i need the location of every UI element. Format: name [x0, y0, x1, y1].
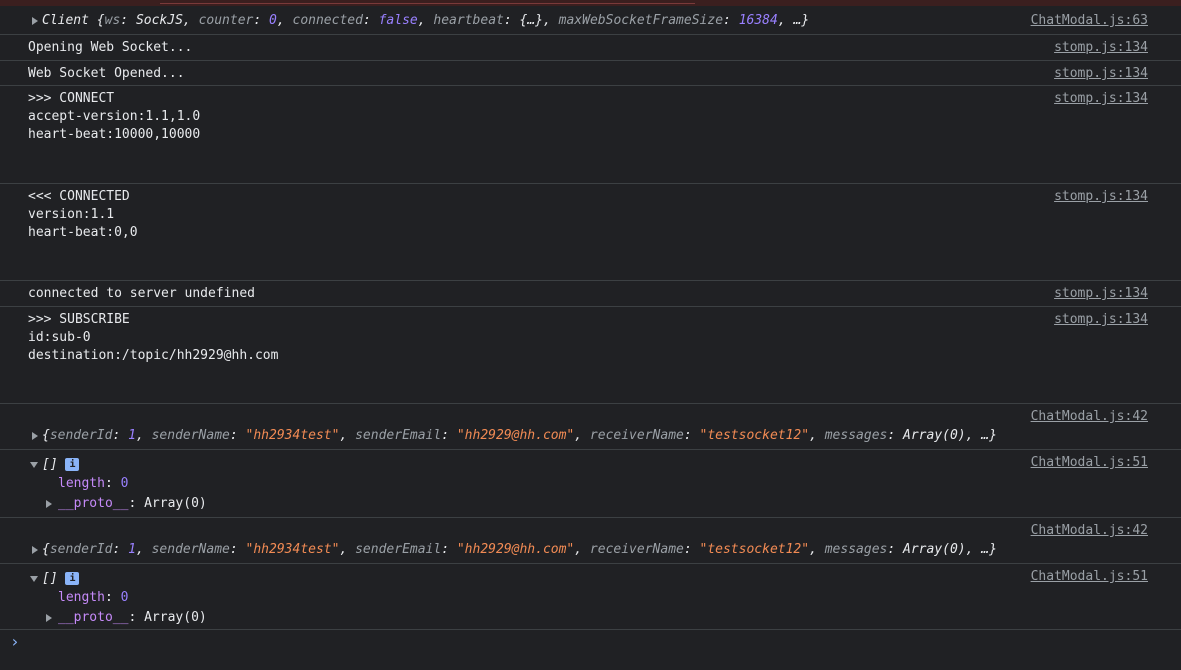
source-link[interactable]: ChatModal.js:63 — [1031, 12, 1148, 30]
expand-triangle-icon[interactable] — [32, 17, 38, 25]
proto-entry[interactable]: __proto__: Array(0) — [58, 609, 207, 627]
expand-triangle-icon[interactable] — [32, 546, 38, 554]
array-preview[interactable]: [] i — [42, 570, 80, 588]
log-message: >>> SUBSCRIBE id:sub-0 destination:/topi… — [28, 312, 279, 363]
source-link[interactable]: ChatModal.js:42 — [1031, 408, 1148, 426]
array-preview[interactable]: [] i — [42, 456, 80, 474]
console-row: Opening Web Socket... stomp.js:134 — [0, 35, 1181, 61]
log-message: Web Socket Opened... — [28, 66, 185, 81]
console-row: >>> CONNECT accept-version:1.1,1.0 heart… — [0, 86, 1181, 184]
source-link[interactable]: stomp.js:134 — [1054, 311, 1148, 329]
log-message: >>> CONNECT accept-version:1.1,1.0 heart… — [28, 91, 201, 142]
console-row-array[interactable]: [] i ChatModal.js:51 length: 0 __proto__… — [0, 450, 1181, 518]
console-row-chat-object[interactable]: ChatModal.js:42 {senderId: 1, senderName… — [0, 518, 1181, 564]
console-row-client[interactable]: Client {ws: SockJS, counter: 0, connecte… — [0, 6, 1181, 35]
client-object-preview[interactable]: Client {ws: SockJS, counter: 0, connecte… — [42, 12, 809, 30]
source-link[interactable]: stomp.js:134 — [1054, 65, 1148, 83]
log-message: connected to server undefined — [28, 286, 255, 301]
console-row-array[interactable]: [] i ChatModal.js:51 length: 0 __proto__… — [0, 564, 1181, 630]
console-row-chat-object[interactable]: ChatModal.js:42 {senderId: 1, senderName… — [0, 404, 1181, 450]
source-link[interactable]: ChatModal.js:51 — [1031, 454, 1148, 472]
source-link[interactable]: ChatModal.js:42 — [1031, 522, 1148, 540]
source-link[interactable]: stomp.js:134 — [1054, 188, 1148, 206]
array-length: length: 0 — [58, 476, 129, 491]
collapse-triangle-icon[interactable] — [30, 576, 38, 582]
console-row: <<< CONNECTED version:1.1 heart-beat:0,0… — [0, 184, 1181, 281]
chat-object-preview[interactable]: {senderId: 1, senderName: "hh2934test", … — [42, 427, 997, 445]
console-row: Web Socket Opened... stomp.js:134 — [0, 61, 1181, 86]
info-icon: i — [65, 572, 80, 585]
proto-entry[interactable]: __proto__: Array(0) — [58, 495, 207, 513]
array-length: length: 0 — [58, 590, 129, 605]
source-link[interactable]: stomp.js:134 — [1054, 90, 1148, 108]
expand-triangle-icon[interactable] — [46, 614, 52, 622]
source-link[interactable]: stomp.js:134 — [1054, 285, 1148, 303]
source-link[interactable]: ChatModal.js:51 — [1031, 568, 1148, 586]
log-message: Opening Web Socket... — [28, 40, 193, 55]
source-link[interactable]: stomp.js:134 — [1054, 39, 1148, 57]
info-icon: i — [65, 458, 80, 471]
log-message: <<< CONNECTED version:1.1 heart-beat:0,0 — [28, 189, 138, 240]
collapse-triangle-icon[interactable] — [30, 462, 38, 468]
console-row: >>> SUBSCRIBE id:sub-0 destination:/topi… — [0, 307, 1181, 404]
console-row: connected to server undefined stomp.js:1… — [0, 281, 1181, 307]
expand-triangle-icon[interactable] — [32, 432, 38, 440]
console-prompt-icon[interactable]: › — [10, 632, 20, 651]
expand-triangle-icon[interactable] — [46, 500, 52, 508]
chat-object-preview[interactable]: {senderId: 1, senderName: "hh2934test", … — [42, 541, 997, 559]
